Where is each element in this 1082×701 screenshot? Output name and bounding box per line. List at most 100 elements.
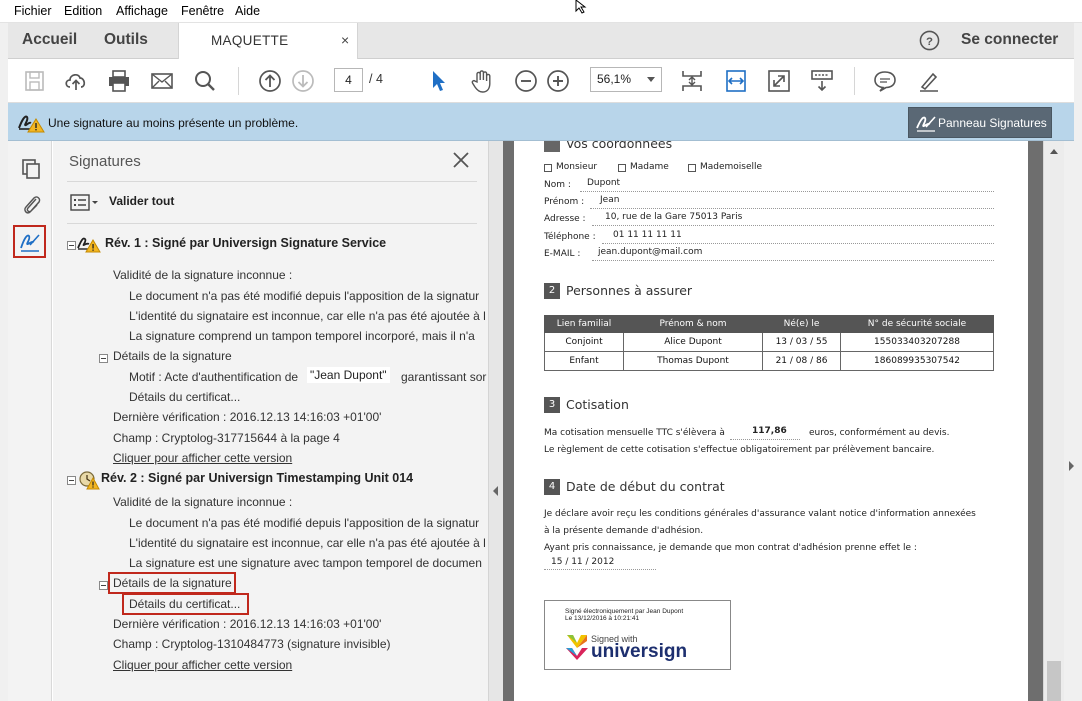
field-line bbox=[580, 191, 994, 192]
collapse-toggle[interactable] bbox=[99, 354, 108, 363]
universign-logo-icon bbox=[566, 635, 588, 660]
tab-bar: Accueil Outils MAQUETTE × ? Se connecter bbox=[8, 23, 1074, 59]
field-line bbox=[592, 225, 994, 226]
divider bbox=[67, 223, 477, 224]
toolbar-separator bbox=[238, 67, 239, 95]
validity-status: Validité de la signature inconnue : bbox=[113, 268, 293, 282]
tab-tools[interactable]: Outils bbox=[104, 31, 148, 49]
divider bbox=[67, 181, 477, 182]
pane-splitter[interactable] bbox=[489, 141, 503, 701]
menu-fenetre[interactable]: Fenêtre bbox=[181, 4, 224, 18]
checkbox-madame[interactable] bbox=[618, 164, 626, 172]
scrollbar-thumb[interactable] bbox=[1047, 661, 1061, 701]
zoom-out-icon[interactable] bbox=[513, 68, 539, 94]
print-icon[interactable] bbox=[106, 68, 132, 94]
help-icon[interactable]: ? bbox=[919, 30, 940, 51]
vertical-scrollbar[interactable] bbox=[1043, 141, 1064, 701]
close-icon[interactable] bbox=[451, 150, 471, 170]
document-page: Vos coordonnées Monsieur Madame Mademois… bbox=[514, 141, 1028, 701]
attachment-icon[interactable] bbox=[20, 193, 42, 215]
signature-pen-icon bbox=[916, 116, 936, 132]
contribution-text: Le règlement de cette cotisation s'effec… bbox=[544, 445, 935, 455]
checkbox-mademoiselle[interactable] bbox=[688, 164, 696, 172]
section-number bbox=[544, 141, 560, 152]
table-header: Prénom & nom bbox=[623, 315, 763, 333]
menu-affichage[interactable]: Affichage bbox=[116, 4, 168, 18]
revision-2-header[interactable]: Rév. 2 : Signé par Universign Timestampi… bbox=[101, 471, 413, 485]
collapse-toggle[interactable] bbox=[99, 581, 108, 590]
field-value-nom: Dupont bbox=[587, 178, 621, 188]
validate-all-button[interactable]: Valider tout bbox=[109, 194, 174, 208]
options-menu-icon[interactable] bbox=[69, 193, 103, 213]
chevron-down-icon bbox=[647, 77, 655, 82]
table-row: Conjoint Alice Dupont 13 / 03 / 55 15503… bbox=[544, 332, 994, 352]
full-screen-icon[interactable] bbox=[766, 68, 792, 94]
close-tab-icon[interactable]: × bbox=[341, 32, 349, 48]
validity-detail: Le document n'a pas été modifié depuis l… bbox=[129, 289, 480, 303]
mouse-cursor-icon bbox=[575, 0, 587, 14]
expand-right-icon[interactable] bbox=[1069, 461, 1074, 471]
highlight-pen-icon[interactable] bbox=[916, 68, 942, 94]
civility-option: Monsieur bbox=[556, 162, 598, 172]
collapse-toggle[interactable] bbox=[67, 241, 76, 250]
checkbox-monsieur[interactable] bbox=[544, 164, 552, 172]
signature-details[interactable]: Détails de la signature bbox=[113, 576, 232, 590]
sign-in-button[interactable]: Se connecter bbox=[961, 31, 1058, 49]
fit-page-icon[interactable] bbox=[679, 68, 705, 94]
menu-edition[interactable]: Edition bbox=[64, 4, 102, 18]
comment-icon[interactable] bbox=[872, 68, 898, 94]
upload-cloud-icon[interactable] bbox=[63, 68, 89, 94]
table-cell: 155033403207288 bbox=[840, 332, 994, 352]
menu-fichier[interactable]: Fichier bbox=[14, 4, 52, 18]
civility-option: Mademoiselle bbox=[700, 162, 763, 172]
tab-document[interactable]: MAQUETTE × bbox=[178, 23, 358, 59]
hand-tool-icon[interactable] bbox=[469, 68, 495, 94]
table-row: Enfant Thomas Dupont 21 / 08 / 86 186089… bbox=[544, 351, 994, 371]
timestamp-warning-icon bbox=[79, 471, 100, 490]
signatures-panel: Signatures Valider tout Rév. 1 : Signé p… bbox=[53, 141, 489, 701]
fit-width-icon[interactable] bbox=[723, 68, 749, 94]
signature-motive-suffix: garantissant sor bbox=[401, 370, 487, 384]
collapse-left-icon[interactable] bbox=[493, 486, 498, 496]
signature-field: Champ : Cryptolog-1310484773 (signature … bbox=[113, 637, 391, 651]
pages-thumbnail-icon[interactable] bbox=[20, 158, 42, 180]
signature-stamp[interactable]: Signé électroniquement par Jean Dupont L… bbox=[544, 600, 731, 670]
svg-text:?: ? bbox=[926, 36, 933, 48]
certificate-details-link[interactable]: Détails du certificat... bbox=[129, 597, 240, 611]
last-verification: Dernière vérification : 2016.12.13 14:16… bbox=[113, 410, 382, 424]
zoom-in-icon[interactable] bbox=[545, 68, 571, 94]
scroll-mode-icon[interactable] bbox=[809, 68, 835, 94]
previous-page-icon[interactable] bbox=[257, 68, 283, 94]
contribution-text: Ma cotisation mensuelle TTC s'élèvera à bbox=[544, 428, 725, 438]
collapse-toggle[interactable] bbox=[67, 476, 76, 485]
menu-bar: Fichier Edition Affichage Fenêtre Aide bbox=[0, 0, 1082, 23]
menu-aide[interactable]: Aide bbox=[235, 4, 260, 18]
save-icon[interactable] bbox=[22, 68, 48, 94]
validity-detail: L'identité du signataire est inconnue, c… bbox=[129, 309, 486, 323]
next-page-icon[interactable] bbox=[290, 68, 316, 94]
table-cell: Alice Dupont bbox=[623, 332, 763, 352]
select-tool-icon[interactable] bbox=[426, 68, 452, 94]
section-number: 4 bbox=[544, 479, 560, 495]
last-verification: Dernière vérification : 2016.12.13 14:16… bbox=[113, 617, 382, 631]
scroll-up-icon[interactable] bbox=[1050, 149, 1058, 154]
start-date-text: Ayant pris connaissance, je demande que … bbox=[544, 543, 917, 553]
field-label: Adresse : bbox=[544, 214, 586, 224]
email-icon[interactable] bbox=[149, 68, 175, 94]
show-version-link[interactable]: Cliquer pour afficher cette version bbox=[113, 658, 292, 672]
signature-details[interactable]: Détails de la signature bbox=[113, 349, 232, 363]
search-icon[interactable] bbox=[192, 68, 218, 94]
show-version-link[interactable]: Cliquer pour afficher cette version bbox=[113, 451, 292, 465]
tab-home[interactable]: Accueil bbox=[22, 31, 77, 49]
certificate-details-link[interactable]: Détails du certificat... bbox=[129, 390, 240, 404]
section-title: Personnes à assurer bbox=[566, 283, 693, 298]
table-cell: Enfant bbox=[544, 351, 624, 371]
zoom-select[interactable]: 56,1% bbox=[590, 67, 662, 92]
signature-panel-icon[interactable] bbox=[18, 230, 42, 254]
revision-1-header[interactable]: Rév. 1 : Signé par Universign Signature … bbox=[105, 236, 386, 250]
signature-warning-banner: Une signature au moins présente un probl… bbox=[8, 103, 1074, 141]
field-line bbox=[544, 569, 656, 570]
page-number-input[interactable]: 4 bbox=[334, 68, 363, 92]
signature-panel-button[interactable]: Panneau Signatures bbox=[908, 107, 1052, 138]
field-label: E-MAIL : bbox=[544, 249, 581, 259]
